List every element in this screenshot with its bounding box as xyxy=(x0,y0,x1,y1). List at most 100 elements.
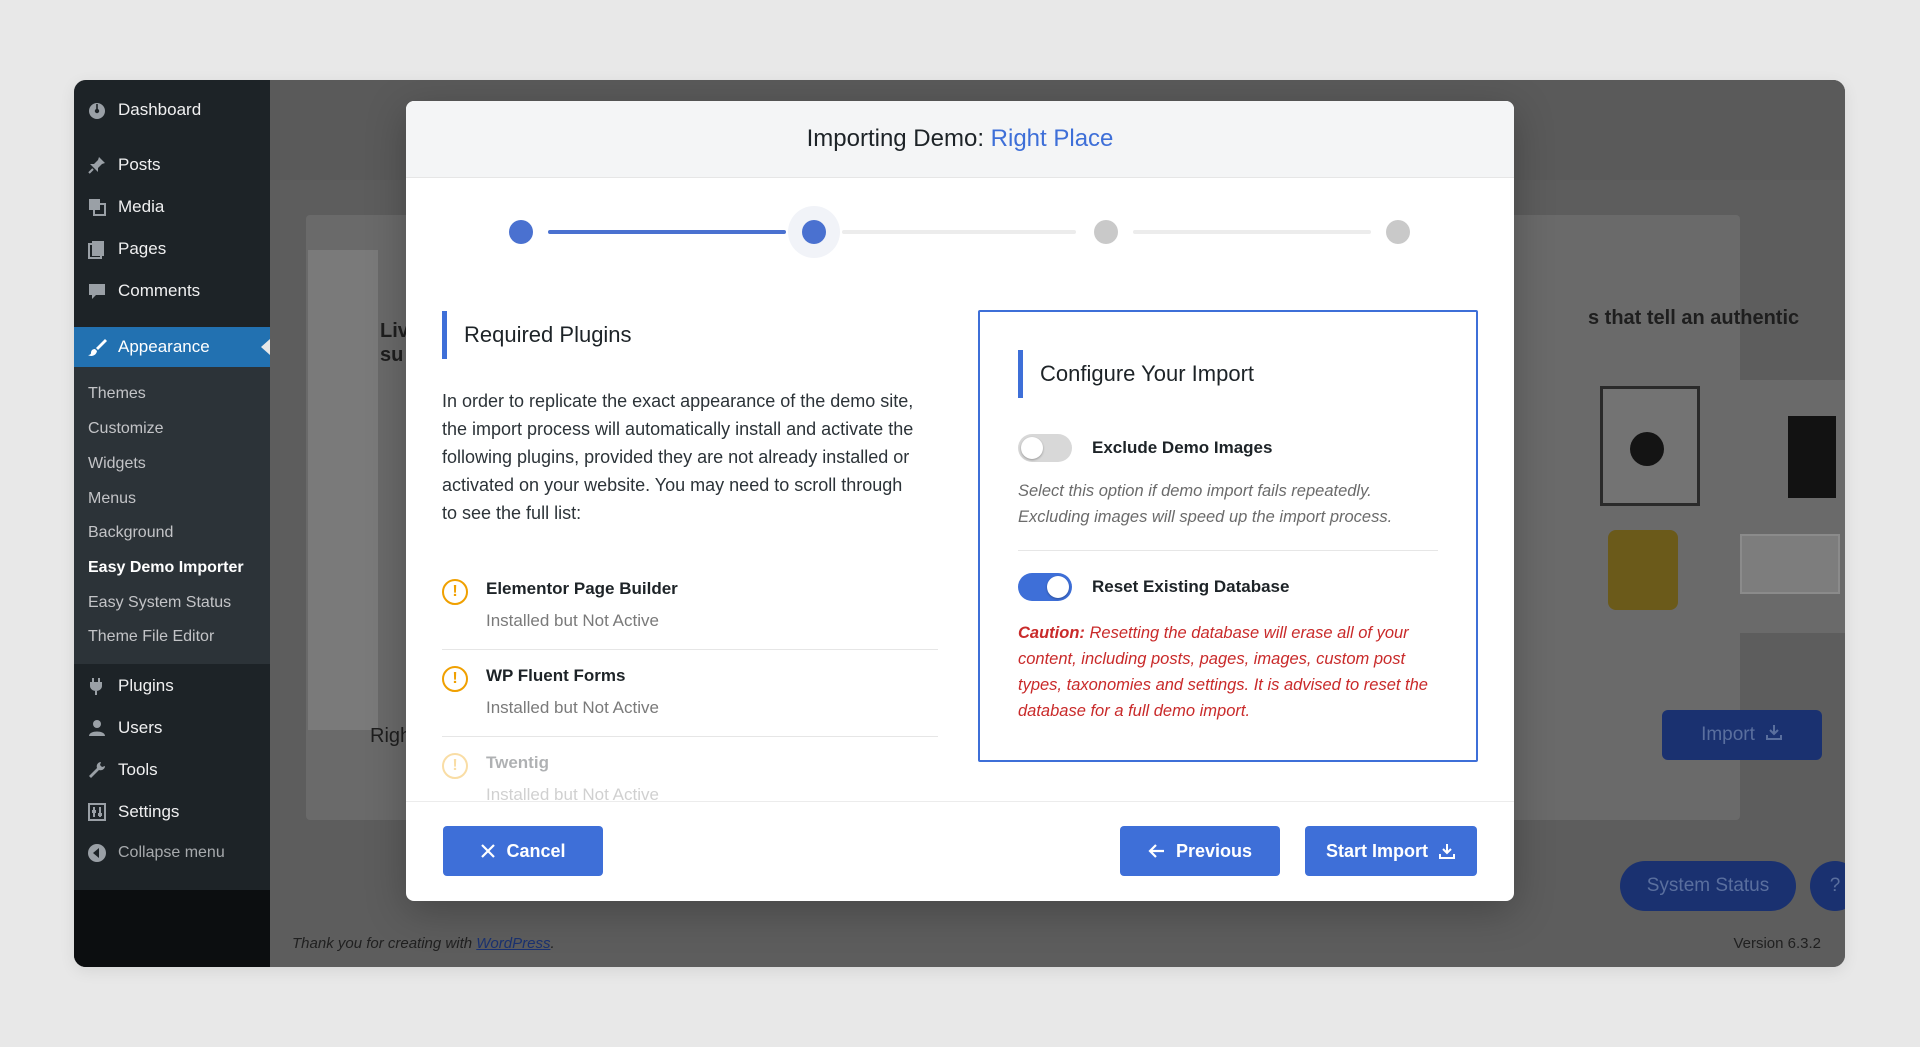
sidebar-item-settings[interactable]: Settings xyxy=(74,792,270,832)
plugin-name: Elementor Page Builder xyxy=(486,579,678,598)
dashboard-icon xyxy=(86,99,108,121)
wordpress-link[interactable]: WordPress xyxy=(476,935,550,952)
sidebar-item-label: Settings xyxy=(118,802,180,821)
sidebar-item-label: Dashboard xyxy=(118,100,202,119)
wordpress-window: Dashboard Posts Media Pages Comments App… xyxy=(74,80,1845,967)
sidebar-item-label: Posts xyxy=(118,155,161,174)
collapse-icon xyxy=(86,842,108,864)
submenu-customize[interactable]: Customize xyxy=(88,420,164,438)
photo-dark-frame xyxy=(1788,416,1836,498)
pin-icon xyxy=(86,154,108,176)
configure-import-panel: Configure Your Import Exclude Demo Image… xyxy=(978,310,1478,762)
step-3-dot xyxy=(1094,220,1118,244)
list-item: ! WP Fluent Forms Installed but Not Acti… xyxy=(442,650,938,737)
collapse-menu-button[interactable]: Collapse menu xyxy=(74,833,270,873)
submenu-theme-file-editor[interactable]: Theme File Editor xyxy=(88,628,214,646)
modal-header: Importing Demo: Right Place xyxy=(406,101,1514,178)
exclude-images-row: Exclude Demo Images xyxy=(1018,434,1272,462)
config-divider xyxy=(1018,550,1438,551)
submenu-menus[interactable]: Menus xyxy=(88,490,136,508)
list-item: ! Twentig Installed but Not Active xyxy=(442,737,938,803)
footer-suffix: . xyxy=(550,935,555,952)
plugin-name: WP Fluent Forms xyxy=(486,666,626,685)
warning-icon: ! xyxy=(442,753,468,779)
modal-title-demo-name: Right Place xyxy=(990,125,1114,152)
list-item: ! Elementor Page Builder Installed but N… xyxy=(442,563,938,650)
download-icon xyxy=(1438,842,1456,860)
sidebar-item-label: Tools xyxy=(118,760,158,779)
sidebar-item-comments[interactable]: Comments xyxy=(74,271,270,311)
bg-help-button[interactable]: ? xyxy=(1810,861,1845,911)
sidebar-item-label: Users xyxy=(118,718,163,737)
sidebar-item-appearance[interactable]: Appearance xyxy=(74,327,270,367)
cancel-button[interactable]: Cancel xyxy=(443,826,603,876)
help-icon: ? xyxy=(1829,875,1841,896)
sidebar-footer-area xyxy=(74,890,270,967)
collapse-menu-label: Collapse menu xyxy=(118,844,225,861)
import-stepper xyxy=(406,178,1514,278)
settings-icon xyxy=(86,801,108,823)
start-import-button[interactable]: Start Import xyxy=(1305,826,1477,876)
required-plugins-intro: In order to replicate the exact appearan… xyxy=(442,391,914,523)
toggle-knob xyxy=(1021,437,1043,459)
required-plugins-title: Required Plugins xyxy=(442,311,942,359)
wp-version: Version 6.3.2 xyxy=(1733,935,1821,952)
right-demo-heading: s that tell an authentic xyxy=(1588,307,1800,329)
user-icon xyxy=(86,717,108,739)
sidebar-item-label: Comments xyxy=(118,281,201,300)
demo-card-title: Righ xyxy=(370,725,412,747)
exclude-images-toggle[interactable] xyxy=(1018,434,1072,462)
modal-title-prefix: Importing Demo: xyxy=(806,125,984,152)
bg-import-button[interactable]: Import xyxy=(1662,710,1822,760)
sidebar-item-dashboard[interactable]: Dashboard xyxy=(74,90,270,130)
sidebar-item-posts[interactable]: Posts xyxy=(74,145,270,185)
caution-label: Caution: xyxy=(1018,624,1085,642)
sidebar-item-pages[interactable]: Pages xyxy=(74,229,270,269)
configure-import-title: Configure Your Import xyxy=(1018,350,1254,398)
arrow-left-icon xyxy=(1148,843,1166,859)
sidebar-item-label: Pages xyxy=(118,239,167,258)
photo-chair xyxy=(1608,530,1678,610)
step-line-1 xyxy=(548,230,786,234)
import-demo-modal: Importing Demo: Right Place Required Plu… xyxy=(406,101,1514,901)
previous-button[interactable]: Previous xyxy=(1120,826,1280,876)
left-demo-heading: Liv xyxy=(380,320,409,342)
media-icon xyxy=(86,196,108,218)
bg-system-status-label: System Status xyxy=(1646,875,1770,896)
close-icon xyxy=(480,843,496,859)
step-1-dot xyxy=(509,220,533,244)
warning-icon: ! xyxy=(442,579,468,605)
reset-database-toggle[interactable] xyxy=(1018,573,1072,601)
plugin-name: Twentig xyxy=(486,753,549,772)
exclude-images-hint: Select this option if demo import fails … xyxy=(1018,482,1393,526)
submenu-easy-system-status[interactable]: Easy System Status xyxy=(88,594,231,612)
cancel-label: Cancel xyxy=(506,840,566,861)
bg-system-status-button[interactable]: System Status xyxy=(1620,861,1796,911)
step-4-dot xyxy=(1386,220,1410,244)
submenu-easy-demo-importer[interactable]: Easy Demo Importer xyxy=(88,559,244,577)
left-demo-thumbnail xyxy=(308,250,378,730)
submenu-widgets[interactable]: Widgets xyxy=(88,455,146,473)
reset-database-label: Reset Existing Database xyxy=(1092,577,1290,596)
plugin-list[interactable]: ! Elementor Page Builder Installed but N… xyxy=(442,563,942,803)
sidebar-item-plugins[interactable]: Plugins xyxy=(74,666,270,706)
wrench-icon xyxy=(86,759,108,781)
sidebar-item-tools[interactable]: Tools xyxy=(74,750,270,790)
photo-shelf xyxy=(1740,534,1840,594)
sidebar-item-label: Media xyxy=(118,197,165,216)
step-2-dot xyxy=(802,220,826,244)
footer-prefix: Thank you for creating with xyxy=(292,935,477,952)
sidebar-item-media[interactable]: Media xyxy=(74,187,270,227)
previous-label: Previous xyxy=(1175,840,1253,861)
appearance-submenu xyxy=(74,364,270,664)
admin-footer-thanks: Thank you for creating with WordPress. xyxy=(292,935,555,952)
submenu-themes[interactable]: Themes xyxy=(88,385,146,403)
demo-preview-photo xyxy=(1590,380,1845,633)
reset-database-row: Reset Existing Database xyxy=(1018,573,1289,601)
warning-icon: ! xyxy=(442,666,468,692)
sidebar-item-users[interactable]: Users xyxy=(74,708,270,748)
admin-sidebar: Dashboard Posts Media Pages Comments App… xyxy=(74,80,270,967)
toggle-knob xyxy=(1047,576,1069,598)
submenu-background[interactable]: Background xyxy=(88,524,173,542)
step-line-3 xyxy=(1133,230,1371,234)
